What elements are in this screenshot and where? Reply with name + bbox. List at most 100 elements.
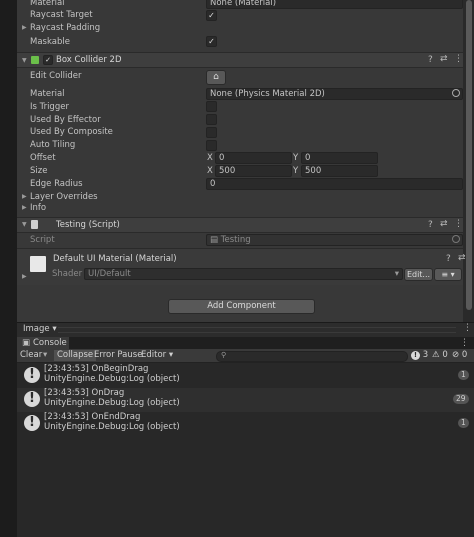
info-icon: !: [24, 415, 40, 431]
is-trigger-label: Is Trigger: [30, 102, 69, 112]
box-collider-title: Box Collider 2D: [56, 55, 122, 65]
edge-radius-field[interactable]: 0: [206, 178, 463, 190]
testing-script-fold-icon[interactable]: ▼: [22, 221, 27, 228]
add-component-button[interactable]: Add Component: [168, 299, 315, 314]
log-stacktrace: UnityEngine.Debug:Log (object): [44, 374, 180, 384]
help-icon[interactable]: ?: [446, 254, 451, 264]
collider-material-field[interactable]: None (Physics Material 2D): [206, 88, 463, 100]
error-pause-label: Error Pause: [94, 350, 143, 360]
info-foldout-arrow[interactable]: ▶: [22, 204, 27, 211]
script-field: ▤ Testing: [206, 234, 463, 246]
raycast-target-checkbox[interactable]: ✓: [206, 10, 217, 21]
log-stacktrace: UnityEngine.Debug:Log (object): [44, 398, 180, 408]
warning-count: 0: [442, 350, 448, 360]
shader-label: Shader: [52, 269, 83, 279]
edit-collider-button[interactable]: ⌂: [206, 70, 226, 85]
raycast-target-label: Raycast Target: [30, 10, 93, 20]
used-by-effector-checkbox[interactable]: [206, 114, 217, 125]
preset-icon[interactable]: ⇄: [440, 219, 448, 229]
script-asset-icon: ▤: [210, 235, 219, 245]
more-menu-icon[interactable]: ⋮: [454, 219, 463, 229]
layer-overrides-label[interactable]: Layer Overrides: [30, 192, 98, 202]
maskable-checkbox[interactable]: ✓: [206, 36, 217, 47]
box-collider-fold-icon[interactable]: ▼: [22, 57, 27, 64]
warning-filter-toggle[interactable]: ⚠ 0: [432, 350, 448, 361]
info-icon: !: [24, 391, 40, 407]
raycast-padding-label[interactable]: Raycast Padding: [30, 23, 100, 33]
editor-dropdown[interactable]: Editor ▾: [141, 350, 173, 361]
shader-dropdown[interactable]: UI/Default ▾: [84, 268, 403, 280]
info-icon: !: [411, 351, 420, 360]
auto-tiling-checkbox[interactable]: [206, 140, 217, 151]
console-tab[interactable]: ▣ Console: [17, 337, 69, 349]
info-icon: !: [24, 367, 40, 383]
collapse-label: Collapse: [57, 350, 94, 360]
edit-collider-label: Edit Collider: [30, 71, 82, 81]
add-component-label: Add Component: [207, 301, 276, 311]
warn-count: 3: [422, 350, 429, 360]
clear-label: Clear: [20, 350, 43, 360]
offset-label: Offset: [30, 153, 56, 163]
offset-y-label: Y: [293, 153, 299, 163]
console-empty-area: [17, 436, 474, 537]
auto-tiling-label: Auto Tiling: [30, 140, 76, 150]
more-menu-icon[interactable]: ⋮: [454, 54, 463, 64]
size-x-field[interactable]: 500: [215, 165, 292, 177]
script-label: Script: [30, 235, 55, 245]
error-icon: ⊘: [452, 350, 460, 360]
object-picker-icon[interactable]: [452, 89, 460, 97]
console-tab-label: Console: [33, 338, 67, 348]
used-by-composite-label: Used By Composite: [30, 127, 113, 137]
material-foldout-arrow[interactable]: ▶: [22, 273, 27, 280]
preview-drag-handle[interactable]: [58, 327, 456, 333]
help-icon[interactable]: ?: [428, 55, 433, 65]
is-trigger-checkbox[interactable]: [206, 101, 217, 112]
box-collider-enabled-checkbox[interactable]: ✓: [43, 55, 53, 65]
raycast-padding-foldout-arrow[interactable]: ▶: [22, 24, 27, 31]
log-count-badge: 1: [458, 418, 469, 428]
used-by-composite-checkbox[interactable]: [206, 127, 217, 138]
console-search-input[interactable]: ⚲: [216, 351, 408, 362]
more-menu-icon[interactable]: ⋮: [463, 323, 472, 333]
offset-x-field[interactable]: 0: [215, 152, 292, 164]
log-stacktrace: UnityEngine.Debug:Log (object): [44, 422, 180, 432]
size-y-field[interactable]: 500: [301, 165, 378, 177]
image-material-label: Material: [30, 0, 65, 8]
search-icon: ⚲: [221, 351, 227, 359]
preset-icon[interactable]: ⇄: [458, 253, 466, 263]
layer-overrides-foldout-arrow[interactable]: ▶: [22, 193, 27, 200]
edit-collider-icon: ⌂: [213, 72, 219, 82]
preview-label: Image: [23, 324, 50, 334]
log-count-badge: 29: [453, 394, 469, 404]
more-menu-icon[interactable]: ⋮: [460, 338, 469, 348]
size-y-label: Y: [293, 166, 299, 176]
inspector-scrollbar-thumb[interactable]: [466, 0, 472, 310]
offset-y-value: 0: [305, 153, 311, 163]
preview-dropdown[interactable]: Image ▾: [23, 324, 57, 334]
material-options-dropdown[interactable]: ≡ ▾: [434, 268, 462, 281]
script-file-icon: [31, 220, 38, 229]
collapse-toggle[interactable]: Collapse: [54, 350, 97, 361]
offset-y-field[interactable]: 0: [301, 152, 378, 164]
help-icon[interactable]: ?: [428, 220, 433, 230]
error-pause-toggle[interactable]: Error Pause: [94, 350, 142, 361]
log-count-badge: 1: [458, 370, 469, 380]
error-filter-toggle[interactable]: ⊘ 0: [452, 350, 467, 361]
size-x-label: X: [207, 166, 213, 176]
object-picker-icon: [452, 235, 460, 243]
clear-button[interactable]: Clear: [20, 350, 42, 361]
clear-options-dropdown[interactable]: ▾: [43, 350, 47, 361]
edge-radius-value: 0: [210, 179, 216, 189]
box-collider-icon: [31, 56, 39, 64]
editor-label: Editor: [141, 350, 167, 360]
image-material-field[interactable]: None (Material): [206, 0, 463, 9]
preset-icon[interactable]: ⇄: [440, 54, 448, 64]
size-label: Size: [30, 166, 48, 176]
edit-shader-button[interactable]: Edit...: [404, 268, 433, 281]
image-material-value: None (Material): [210, 0, 277, 8]
info-label[interactable]: Info: [30, 203, 46, 213]
offset-x-value: 0: [219, 153, 225, 163]
shader-value: UI/Default: [88, 269, 131, 279]
maskable-label: Maskable: [30, 37, 70, 47]
warn-filter-toggle[interactable]: ! 3: [411, 350, 428, 361]
